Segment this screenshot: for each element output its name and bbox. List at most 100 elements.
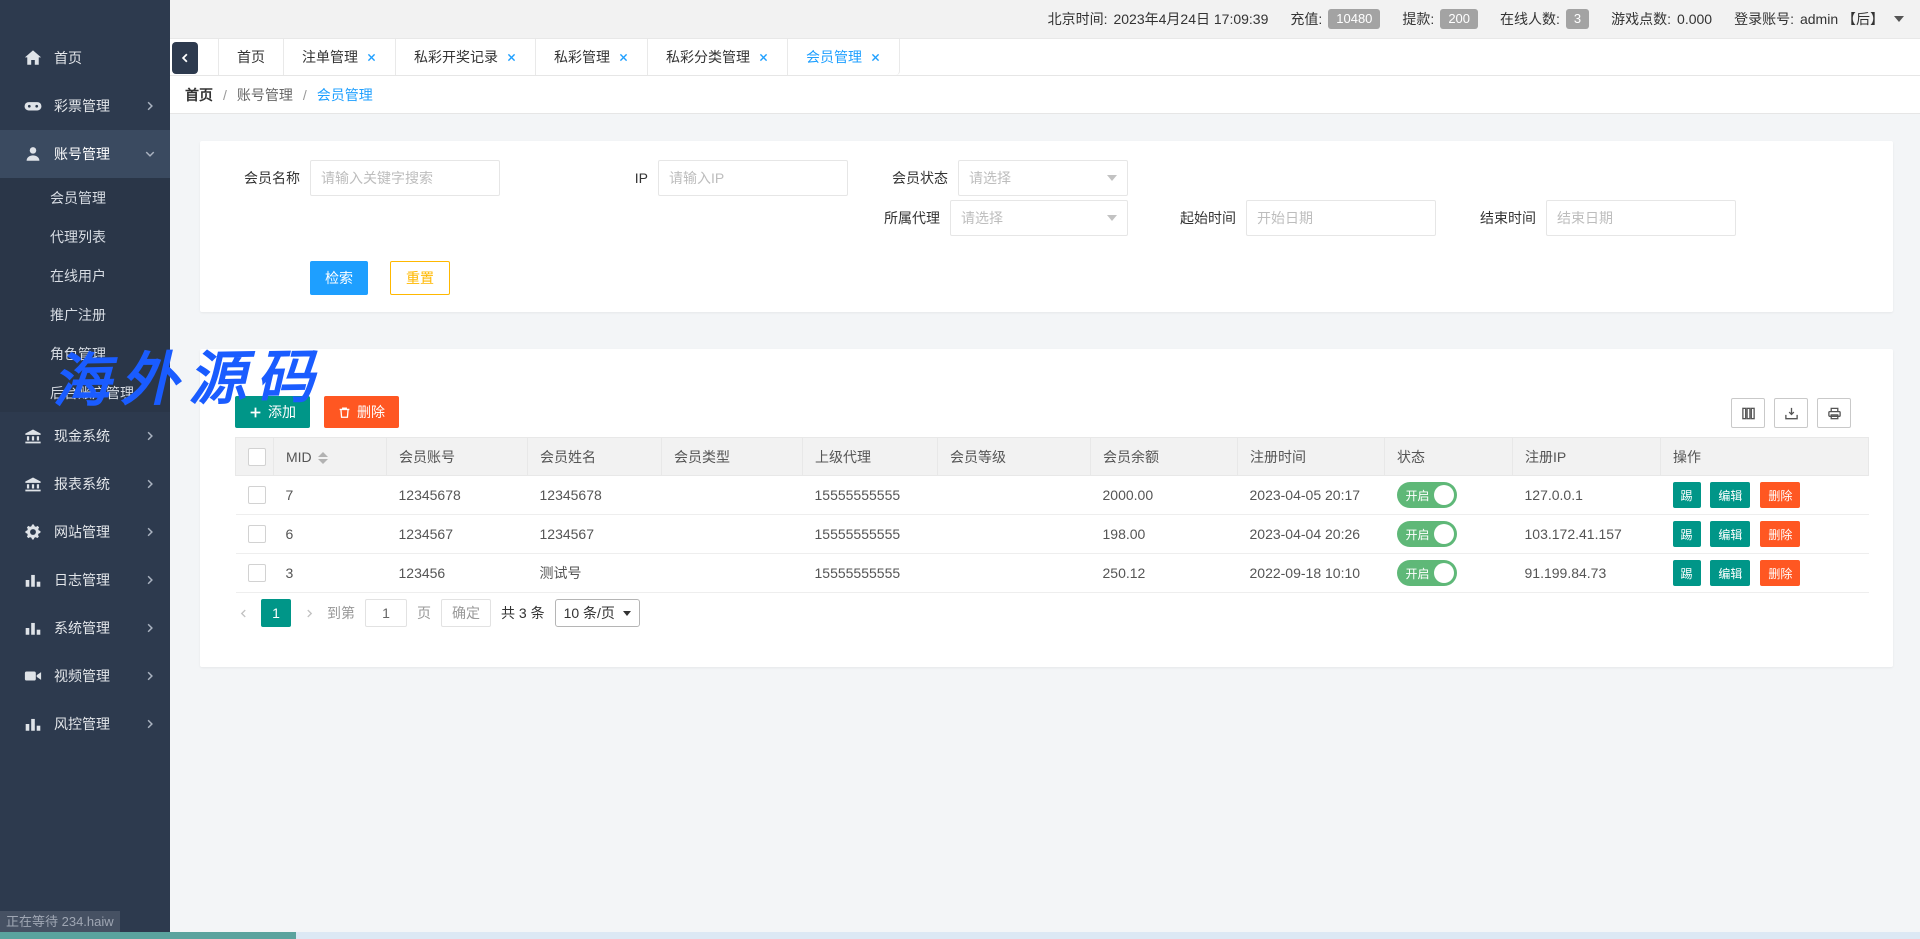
- column-mid[interactable]: MID: [274, 438, 387, 476]
- tab-lottery-category[interactable]: 私彩分类管理: [648, 39, 788, 75]
- tab-bet-orders[interactable]: 注单管理: [284, 39, 396, 75]
- scrollbar-thumb[interactable]: [0, 932, 296, 939]
- row-delete-button[interactable]: 删除: [1760, 521, 1800, 547]
- next-page-button[interactable]: [301, 600, 317, 626]
- kick-button[interactable]: 踢: [1673, 560, 1701, 586]
- print-button[interactable]: [1817, 398, 1851, 428]
- reset-button[interactable]: 重置: [390, 261, 450, 295]
- sidebar-item-lottery[interactable]: 彩票管理: [0, 82, 170, 130]
- sidebar-item-online-users[interactable]: 在线用户: [0, 256, 170, 295]
- delete-button[interactable]: 删除: [324, 396, 399, 428]
- table-row: 7 12345678 12345678 15555555555 2000.00 …: [236, 476, 1869, 515]
- tab-lottery-draw-records[interactable]: 私彩开奖记录: [396, 39, 536, 75]
- row-delete-button[interactable]: 删除: [1760, 482, 1800, 508]
- tab-label: 私彩分类管理: [666, 47, 750, 67]
- sidebar-item-label: 会员管理: [50, 188, 106, 208]
- sidebar-item-admin-accounts[interactable]: 后台账户管理: [0, 373, 170, 412]
- edit-button[interactable]: 编辑: [1710, 521, 1750, 547]
- member-table-panel: 添加 删除 MID 会员账号 会员姓名 会员类型: [200, 349, 1893, 667]
- horizontal-scrollbar[interactable]: [0, 932, 1920, 939]
- select-all-checkbox[interactable]: [248, 448, 266, 466]
- sidebar-item-system-mgmt[interactable]: 系统管理: [0, 604, 170, 652]
- tab-member-mgmt[interactable]: 会员管理: [788, 39, 899, 75]
- ip-label: IP: [578, 170, 648, 186]
- export-button[interactable]: [1774, 398, 1808, 428]
- user-icon: [24, 145, 42, 163]
- toggle-label: 开启: [1406, 526, 1430, 543]
- close-icon[interactable]: [366, 52, 377, 63]
- search-button[interactable]: 检索: [310, 261, 368, 295]
- close-icon[interactable]: [758, 52, 769, 63]
- online-badge[interactable]: 3: [1566, 9, 1589, 29]
- member-status-label: 会员状态: [876, 168, 948, 188]
- sidebar-item-video-mgmt[interactable]: 视频管理: [0, 652, 170, 700]
- sidebar-item-accounts[interactable]: 账号管理: [0, 130, 170, 178]
- sidebar-item-home[interactable]: 首页: [0, 34, 170, 82]
- sidebar-item-log-mgmt[interactable]: 日志管理: [0, 556, 170, 604]
- sidebar-item-risk-mgmt[interactable]: 风控管理: [0, 700, 170, 748]
- sidebar-item-report-system[interactable]: 报表系统: [0, 460, 170, 508]
- close-icon[interactable]: [870, 52, 881, 63]
- chevron-down-icon: [623, 611, 631, 616]
- beijing-time: 北京时间: 2023年4月24日 17:09:39: [1048, 9, 1269, 29]
- edit-button[interactable]: 编辑: [1710, 560, 1750, 586]
- agent-select[interactable]: 请选择: [950, 200, 1128, 236]
- row-checkbox[interactable]: [248, 486, 266, 504]
- kick-button[interactable]: 踢: [1673, 521, 1701, 547]
- sidebar-item-cash-system[interactable]: 现金系统: [0, 412, 170, 460]
- row-checkbox[interactable]: [248, 525, 266, 543]
- goto-page-input[interactable]: [365, 599, 407, 627]
- cell-type: [662, 554, 803, 593]
- status-toggle[interactable]: 开启: [1397, 521, 1457, 547]
- column-label: 状态: [1397, 449, 1425, 465]
- sort-icon[interactable]: [318, 452, 328, 464]
- end-date-input[interactable]: [1546, 200, 1736, 236]
- close-icon[interactable]: [618, 52, 629, 63]
- edit-button[interactable]: 编辑: [1710, 482, 1750, 508]
- member-status-select[interactable]: 请选择: [958, 160, 1128, 196]
- page-number-button[interactable]: 1: [261, 599, 291, 627]
- cell-balance: 2000.00: [1091, 476, 1238, 515]
- printer-icon: [1827, 406, 1842, 421]
- delete-button-label: 删除: [357, 402, 385, 422]
- sidebar-item-role-mgmt[interactable]: 角色管理: [0, 334, 170, 373]
- tab-home[interactable]: 首页: [219, 39, 284, 75]
- sidebar-item-promo-register[interactable]: 推广注册: [0, 295, 170, 334]
- columns-button[interactable]: [1731, 398, 1765, 428]
- sidebar-item-member-mgmt[interactable]: 会员管理: [0, 178, 170, 217]
- breadcrumb-section[interactable]: 账号管理: [237, 85, 293, 105]
- chevron-right-icon: [144, 718, 156, 730]
- breadcrumb-current: 会员管理: [317, 85, 373, 105]
- sidebar-item-agent-list[interactable]: 代理列表: [0, 217, 170, 256]
- table-row: 6 1234567 1234567 15555555555 198.00 202…: [236, 515, 1869, 554]
- cell-account: 12345678: [387, 476, 528, 515]
- prev-page-button[interactable]: [235, 600, 251, 626]
- column-type: 会员类型: [662, 438, 803, 476]
- member-name-input[interactable]: [310, 160, 500, 196]
- kick-button[interactable]: 踢: [1673, 482, 1701, 508]
- goto-prefix-label: 到第: [327, 603, 355, 623]
- row-checkbox[interactable]: [248, 564, 266, 582]
- account-menu[interactable]: 登录账号: admin 【后】: [1734, 9, 1904, 29]
- breadcrumb-home[interactable]: 首页: [185, 85, 213, 105]
- status-toggle[interactable]: 开启: [1397, 482, 1457, 508]
- tab-lottery-mgmt[interactable]: 私彩管理: [536, 39, 648, 75]
- cell-level: [938, 554, 1091, 593]
- sidebar-item-site-mgmt[interactable]: 网站管理: [0, 508, 170, 556]
- goto-confirm-button[interactable]: 确定: [441, 599, 491, 627]
- withdraw-badge[interactable]: 200: [1440, 9, 1478, 29]
- cell-level: [938, 515, 1091, 554]
- status-toggle[interactable]: 开启: [1397, 560, 1457, 586]
- sidebar-collapse-button[interactable]: [172, 42, 198, 74]
- account-label: 登录账号:: [1734, 9, 1794, 29]
- column-label: 操作: [1673, 449, 1701, 465]
- start-time-label: 起始时间: [1176, 208, 1236, 228]
- ip-input[interactable]: [658, 160, 848, 196]
- start-date-input[interactable]: [1246, 200, 1436, 236]
- page-size-select[interactable]: 10 条/页: [555, 599, 640, 627]
- recharge-badge[interactable]: 10480: [1328, 9, 1380, 29]
- close-icon[interactable]: [506, 52, 517, 63]
- row-delete-button[interactable]: 删除: [1760, 560, 1800, 586]
- chevron-down-icon: [1107, 175, 1117, 181]
- add-button[interactable]: 添加: [235, 396, 310, 428]
